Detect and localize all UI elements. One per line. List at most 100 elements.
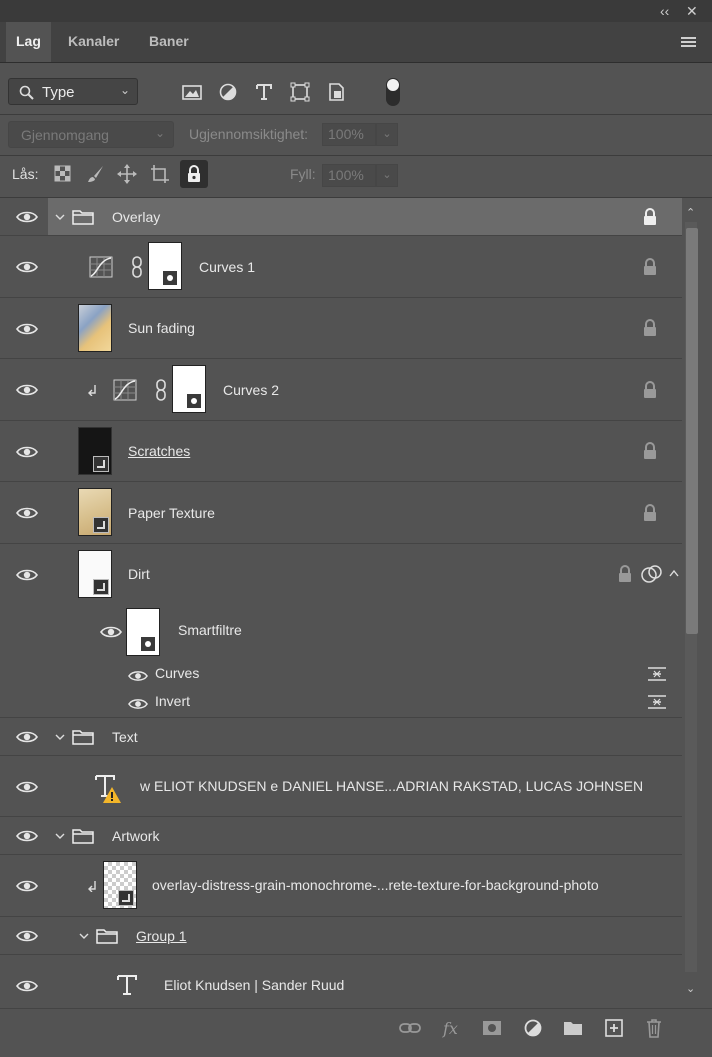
layer-list-scrollbar[interactable]: ⌃ ⌄ [682, 198, 712, 1008]
fx-icon[interactable]: fx [441, 1017, 463, 1039]
smart-object-badge-icon [93, 579, 109, 595]
smart-object-thumbnail[interactable] [78, 550, 112, 598]
link-icon[interactable] [399, 1017, 421, 1039]
layer-row-group-1[interactable]: Group 1 [0, 917, 682, 955]
lock-position-icon[interactable] [116, 163, 138, 185]
fill-dropdown-button[interactable]: ⌄ [376, 164, 398, 187]
layer-row-scratches[interactable]: Scratches [0, 421, 682, 482]
smart-object-badge-icon [93, 517, 109, 533]
layer-name: Sun fading [128, 320, 195, 336]
layer-name: Paper Texture [128, 505, 215, 521]
lock-icon [619, 565, 631, 582]
expand-chevron-icon[interactable] [54, 731, 66, 743]
layer-name: Curves 1 [199, 259, 256, 275]
filter-kind-label: Type [42, 84, 75, 101]
layer-row-curves-1[interactable]: Curves 1 [0, 236, 682, 298]
smart-object-thumbnail[interactable] [78, 488, 112, 536]
smart-filter-effects-icon[interactable] [641, 564, 663, 584]
filter-adjustment-icon[interactable] [217, 82, 239, 102]
filter-kind-select[interactable]: Type ⌄ [8, 78, 138, 105]
lock-transparent-pixels-icon[interactable] [52, 163, 74, 185]
scroll-up-icon[interactable]: ⌃ [686, 206, 695, 219]
layer-mask-thumbnail[interactable] [148, 242, 182, 290]
link-chain-icon[interactable] [154, 379, 168, 401]
visibility-eye-icon[interactable] [100, 625, 122, 639]
layer-mask-thumbnail[interactable] [172, 365, 206, 413]
filter-smartobject-icon[interactable] [325, 82, 347, 102]
close-icon[interactable]: ✕ [686, 3, 698, 20]
filter-blending-options-icon[interactable] [646, 666, 668, 682]
layer-row-sun-fading[interactable]: Sun fading [0, 298, 682, 359]
filter-blending-options-icon[interactable] [646, 694, 668, 710]
visibility-eye-icon[interactable] [16, 829, 38, 843]
visibility-eye-icon[interactable] [16, 879, 38, 893]
visibility-eye-icon[interactable] [16, 445, 38, 459]
smart-object-thumbnail[interactable] [103, 861, 137, 909]
tab-baner[interactable]: Baner [139, 22, 199, 62]
svg-text:fx: fx [442, 1019, 458, 1038]
visibility-eye-icon[interactable] [16, 322, 38, 336]
visibility-eye-icon[interactable] [128, 697, 148, 711]
filter-pixel-icon[interactable] [181, 82, 203, 102]
expand-chevron-icon[interactable] [54, 830, 66, 842]
layer-name: Overlay [112, 209, 161, 225]
panel-menu-icon[interactable] [681, 37, 696, 47]
folder-icon[interactable] [562, 1017, 584, 1039]
layer-name: Text [112, 729, 138, 745]
collapse-effects-chevron-icon[interactable] [668, 568, 680, 578]
visibility-eye-icon[interactable] [16, 210, 38, 224]
visibility-eye-icon[interactable] [16, 780, 38, 794]
smart-filter-mask-thumbnail[interactable] [126, 608, 160, 656]
curves-adjustment-icon [113, 379, 137, 401]
blend-mode-select[interactable]: Gjennomgang ⌄ [8, 121, 174, 148]
trash-icon[interactable] [643, 1017, 665, 1039]
visibility-eye-icon[interactable] [16, 979, 38, 993]
layer-name: w ELIOT KNUDSEN e DANIEL HANSE...ADRIAN … [140, 778, 644, 794]
layer-row-curves-2[interactable]: Curves 2 [0, 359, 682, 421]
filter-name: Invert [155, 693, 191, 709]
visibility-eye-icon[interactable] [16, 568, 38, 582]
filter-type-icon[interactable] [253, 82, 275, 102]
scroll-thumb[interactable] [686, 228, 698, 634]
visibility-eye-icon[interactable] [16, 929, 38, 943]
layer-name: Curves 2 [223, 382, 280, 398]
lock-artboard-icon[interactable] [149, 163, 171, 185]
fill-field[interactable]: 100% [322, 164, 376, 187]
filter-shape-icon[interactable] [289, 82, 311, 102]
tab-kanaler[interactable]: Kanaler [58, 22, 129, 62]
visibility-eye-icon[interactable] [16, 730, 38, 744]
layer-row-dirt[interactable]: Dirt Smartfiltre Curves Invert [0, 544, 682, 718]
tab-lag[interactable]: Lag [6, 22, 51, 62]
layer-name: Dirt [128, 566, 150, 582]
visibility-eye-icon[interactable] [128, 669, 148, 683]
visibility-eye-icon[interactable] [16, 383, 38, 397]
opacity-dropdown-button[interactable]: ⌄ [376, 123, 398, 146]
layer-row-overlay-distress[interactable]: overlay-distress-grain-monochrome-...ret… [0, 855, 682, 917]
lock-image-pixels-icon[interactable] [85, 163, 107, 185]
lock-icon [188, 165, 200, 182]
layer-row-artwork-group[interactable]: Artwork [0, 817, 682, 855]
visibility-eye-icon[interactable] [16, 506, 38, 520]
expand-chevron-icon[interactable] [78, 930, 90, 942]
collapse-icon[interactable]: ‹‹ [660, 3, 669, 19]
opacity-field[interactable]: 100% [322, 123, 376, 146]
chevron-down-icon: ⌄ [154, 126, 165, 140]
mask-icon[interactable] [481, 1017, 503, 1039]
filter-toggle[interactable] [386, 78, 400, 106]
smart-object-thumbnail[interactable] [78, 427, 112, 475]
folder-icon [96, 929, 118, 944]
visibility-eye-icon[interactable] [16, 260, 38, 274]
layer-thumbnail[interactable] [78, 304, 112, 352]
layer-row-text-group[interactable]: Text [0, 718, 682, 756]
warning-icon [103, 787, 121, 803]
layer-row-names-text[interactable]: Eliot Knudsen | Sander Ruud [0, 955, 682, 1008]
layer-row-overlay[interactable]: Overlay [0, 198, 682, 236]
adjustment-icon[interactable] [522, 1017, 544, 1039]
layer-row-credits-text[interactable]: w ELIOT KNUDSEN e DANIEL HANSE...ADRIAN … [0, 756, 682, 817]
expand-chevron-icon[interactable] [54, 211, 66, 223]
new-layer-icon[interactable] [603, 1017, 625, 1039]
layer-row-paper-texture[interactable]: Paper Texture [0, 482, 682, 544]
link-chain-icon[interactable] [130, 256, 144, 278]
scroll-down-icon[interactable]: ⌄ [686, 982, 695, 995]
lock-all-button[interactable] [180, 160, 208, 188]
